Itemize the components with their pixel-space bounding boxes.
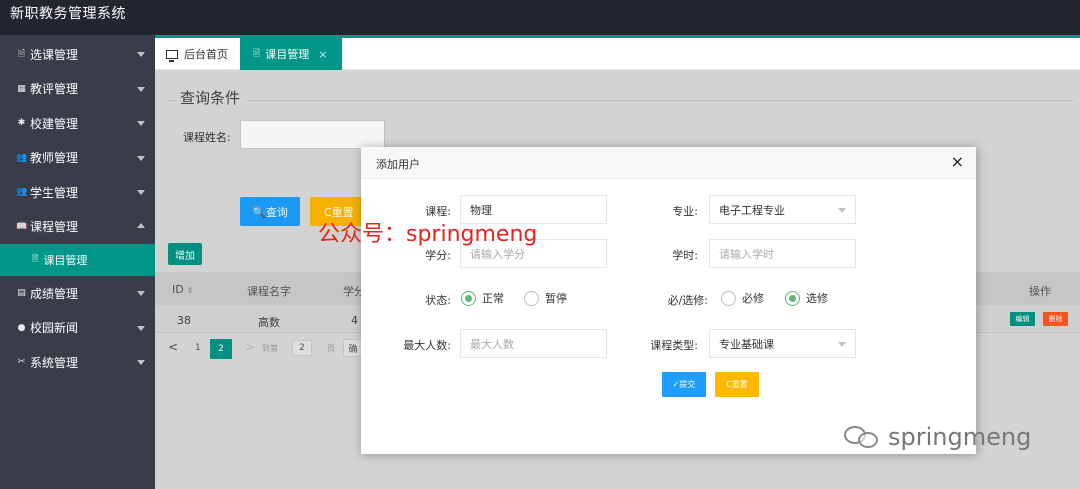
chevron-down-icon bbox=[838, 342, 846, 347]
gear-icon: ✱ bbox=[17, 118, 26, 129]
status-normal-radio[interactable]: 正常 bbox=[461, 290, 504, 306]
elective-label: 必/选修: bbox=[667, 294, 708, 307]
sidebar-item-label: 校园新闻 bbox=[30, 321, 79, 336]
chat-icon: ● bbox=[17, 322, 26, 333]
file-icon: 🗎 bbox=[32, 254, 39, 263]
users-icon: 👥 bbox=[16, 152, 28, 163]
close-icon[interactable]: × bbox=[951, 152, 964, 171]
grid-icon: ▦ bbox=[17, 83, 26, 94]
chevron-down-icon bbox=[137, 360, 145, 365]
course-type-label: 课程类型: bbox=[650, 339, 698, 352]
max-students-input[interactable]: 最大人数 bbox=[460, 329, 607, 358]
radio-label: 暂停 bbox=[545, 292, 567, 305]
sidebar-item-label: 教评管理 bbox=[30, 82, 79, 97]
radio-label: 正常 bbox=[482, 292, 504, 305]
submit-button[interactable]: ✓提交 bbox=[662, 372, 706, 397]
chevron-down-icon bbox=[137, 291, 145, 296]
dialog-reset-button[interactable]: C重置 bbox=[715, 372, 759, 397]
sidebar-item-label: 学生管理 bbox=[30, 185, 79, 200]
chevron-down-icon bbox=[838, 208, 846, 213]
chevron-down-icon bbox=[137, 52, 145, 57]
sidebar-item-campus-news[interactable]: ● 校园新闻 bbox=[0, 311, 155, 346]
radio-label: 选修 bbox=[806, 292, 828, 305]
tab-label: 课目管理 bbox=[265, 48, 310, 61]
sidebar-item-label: 课程管理 bbox=[30, 220, 79, 235]
sidebar-subitem-label: 课目管理 bbox=[43, 254, 88, 267]
tab-close-icon[interactable]: × bbox=[318, 48, 327, 61]
dialog-title: 添加用户 bbox=[376, 158, 420, 171]
users-icon: 👥 bbox=[16, 187, 28, 198]
sidebar-item-label: 系统管理 bbox=[30, 355, 79, 370]
sidebar-item-teachers[interactable]: 👥 教师管理 bbox=[0, 141, 155, 176]
course-type-value: 专业基础课 bbox=[719, 337, 774, 351]
chevron-down-icon bbox=[137, 86, 145, 92]
major-select[interactable]: 电子工程专业 bbox=[709, 195, 856, 224]
sidebar-item-campus-building[interactable]: ✱ 校建管理 bbox=[0, 106, 155, 141]
chevron-down-icon bbox=[137, 325, 145, 331]
radio-unchecked-icon bbox=[524, 290, 539, 306]
top-bar: 新职教务管理系统 bbox=[0, 0, 1080, 35]
watermark-text: springmeng bbox=[888, 423, 1032, 451]
radio-checked-icon bbox=[461, 290, 476, 306]
hours-input[interactable]: 请输入学时 bbox=[709, 239, 856, 268]
wechat-icon bbox=[842, 423, 884, 451]
sidebar-item-label: 教师管理 bbox=[30, 151, 79, 166]
chevron-down-icon bbox=[137, 190, 145, 195]
radio-checked-icon bbox=[785, 290, 800, 306]
radio-unchecked-icon bbox=[721, 290, 736, 306]
file-icon: 🗎 bbox=[17, 49, 26, 60]
sidebar-item-label: 成绩管理 bbox=[30, 286, 79, 301]
chart-icon: ▤ bbox=[17, 288, 26, 299]
sidebar-item-teaching-eval[interactable]: ▦ 教评管理 bbox=[0, 72, 155, 107]
tab-label: 后台首页 bbox=[184, 48, 228, 61]
major-select-value: 电子工程专业 bbox=[719, 203, 785, 217]
tools-icon: ✂ bbox=[17, 357, 26, 368]
sidebar-item-grades[interactable]: ▤ 成绩管理 bbox=[0, 276, 155, 311]
sidebar-item-label: 选课管理 bbox=[30, 47, 79, 62]
monitor-icon bbox=[166, 49, 178, 62]
credit-label: 学分: bbox=[425, 249, 451, 262]
sidebar-item-system[interactable]: ✂ 系统管理 bbox=[0, 345, 155, 380]
chevron-down-icon bbox=[137, 121, 145, 126]
add-user-dialog: 添加用户 × 课程: 物理 专业: 电子工程专业 学分: 请输入学分 学时: 请… bbox=[361, 147, 976, 454]
elective-radio[interactable]: 选修 bbox=[785, 290, 828, 306]
sidebar-subitem-subject-management[interactable]: 🗎 课目管理 bbox=[0, 244, 155, 276]
status-label: 状态: bbox=[425, 294, 451, 307]
sidebar: 🗎 选课管理 ▦ 教评管理 ✱ 校建管理 👥 教师管理 👥 学生管理 📖 课程管… bbox=[0, 35, 155, 489]
radio-label: 必修 bbox=[742, 292, 764, 305]
sidebar-item-label: 校建管理 bbox=[30, 116, 79, 131]
sidebar-item-course-selection[interactable]: 🗎 选课管理 bbox=[0, 37, 155, 72]
chevron-down-icon bbox=[137, 155, 145, 161]
sidebar-item-students[interactable]: 👥 学生管理 bbox=[0, 175, 155, 210]
status-paused-radio[interactable]: 暂停 bbox=[524, 290, 567, 306]
required-radio[interactable]: 必修 bbox=[721, 290, 764, 306]
app-title: 新职教务管理系统 bbox=[10, 6, 126, 22]
course-type-select[interactable]: 专业基础课 bbox=[709, 329, 856, 358]
major-label: 专业: bbox=[672, 205, 698, 218]
dialog-header: 添加用户 × bbox=[361, 147, 976, 179]
hours-label: 学时: bbox=[672, 249, 698, 262]
tab-home[interactable]: 后台首页 bbox=[166, 38, 228, 70]
sidebar-item-courses[interactable]: 📖 课程管理 bbox=[0, 210, 155, 245]
file-icon: 🗎 bbox=[253, 49, 261, 59]
tab-subject-management[interactable]: 🗎 课目管理 × bbox=[240, 38, 342, 70]
chevron-up-icon bbox=[137, 222, 145, 228]
max-students-label: 最大人数: bbox=[403, 339, 451, 352]
watermark-red: 公众号：springmeng bbox=[318, 222, 538, 247]
book-icon: 📖 bbox=[16, 221, 28, 232]
watermark-gray: springmeng bbox=[842, 423, 1031, 451]
tab-bar: 后台首页 🗎 课目管理 × bbox=[155, 38, 1080, 70]
